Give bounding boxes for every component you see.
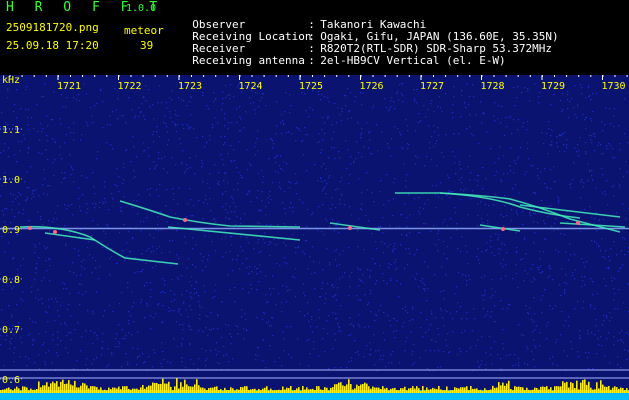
spectrogram-plot: 1721 1722 1723 1724 1725 1726 1727 1728 1729 1730… [0,75,629,400]
time-tick-label: 1721 [57,81,81,92]
time-tick-label: 1722 [117,81,141,92]
time-tick-label: 1724 [238,81,262,92]
freq-tick-label: 0.7 [2,325,20,336]
echo-hotspot [576,221,580,225]
echo-hotspot [348,226,352,230]
freq-tick-label: 0.9 [2,225,20,236]
spectrogram-background [0,75,629,400]
capture-datetime: 25.09.18 17:20 [6,39,99,52]
freq-tick-label: 0.6 [2,375,20,386]
info-row-antenna: Receiving antenna:2el-HB9CV Vertical (el… [192,54,506,67]
freq-unit-label: kHz [2,75,20,86]
time-tick-label: 1730 [601,81,625,92]
echo-hotspot [501,227,505,231]
image-filename: 2509181720.png [6,21,99,34]
time-tick-label: 1726 [359,81,383,92]
echo-hotspot [183,218,187,222]
freq-tick-label: 1.1 [2,125,20,136]
app-version: 1.0.0 [126,3,157,14]
time-tick-label: 1728 [480,81,504,92]
echo-hotspot [53,230,57,234]
echo-hotspot [28,226,32,230]
info-value: 2el-HB9CV Vertical (el. E-W) [320,54,506,67]
meteor-count-label: meteor [124,24,164,37]
meteor-count-value: 39 [140,39,154,52]
time-tick-label: 1723 [178,81,202,92]
time-tick-label: 1725 [299,81,323,92]
info-key: Receiving antenna [192,54,305,67]
freq-tick-label: 0.8 [2,275,20,286]
freq-tick-label: 1.0 [2,175,20,186]
time-tick-label: 1727 [420,81,444,92]
time-tick-label: 1729 [541,81,565,92]
